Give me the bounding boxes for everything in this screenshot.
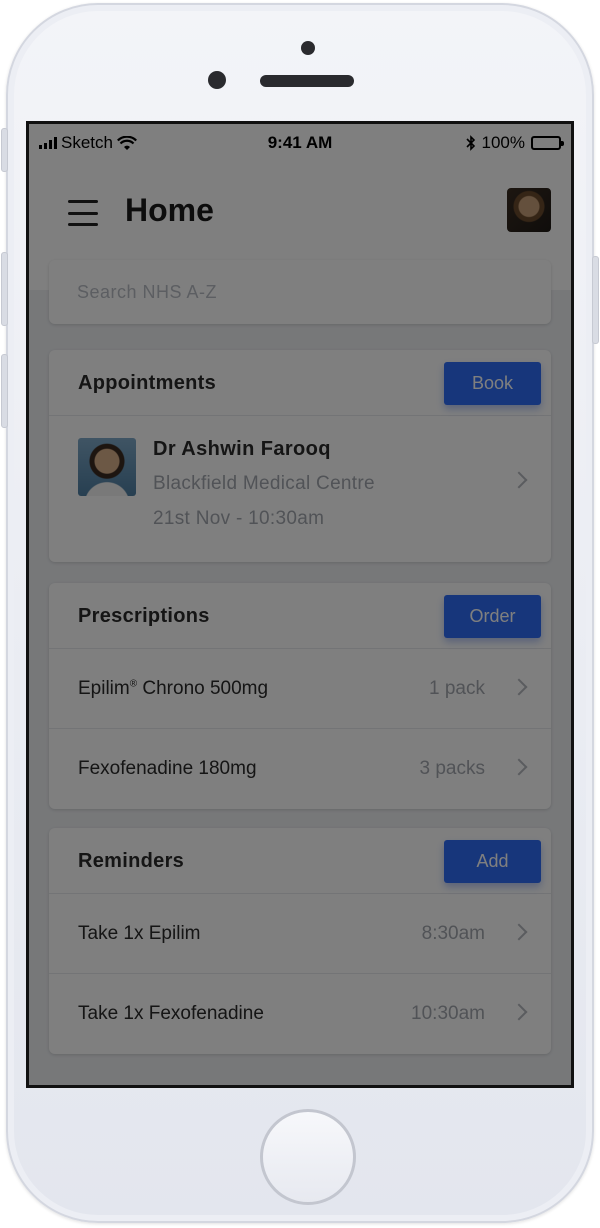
reminder-row[interactable]: Take 1x Epilim 8:30am (49, 894, 551, 974)
reminder-time: 8:30am (421, 923, 485, 944)
prescription-name: Fexofenadine 180mg (78, 758, 257, 779)
battery-icon (531, 136, 564, 150)
avatar[interactable] (507, 188, 551, 232)
chevron-right-icon (510, 1003, 528, 1021)
search-box[interactable] (49, 260, 551, 324)
volume-down-button (1, 354, 8, 428)
prescription-row[interactable]: Epilim® Chrono 500mg 1 pack (49, 649, 551, 729)
reminder-label: Take 1x Fexofenadine (78, 1003, 264, 1024)
camera-dot (301, 41, 315, 55)
order-button[interactable]: Order (444, 595, 541, 638)
doctor-photo (78, 438, 136, 496)
reminders-card: Reminders Add Take 1x Epilim 8:30am Take… (49, 828, 551, 1054)
add-reminder-button[interactable]: Add (444, 840, 541, 883)
earpiece-speaker (260, 75, 354, 87)
prescriptions-header: Prescriptions Order (49, 583, 551, 649)
page-title: Home (125, 192, 214, 228)
reminders-header: Reminders Add (49, 828, 551, 894)
appointment-item[interactable]: Dr Ashwin Farooq Blackfield Medical Cent… (49, 416, 551, 562)
prescription-quantity: 1 pack (429, 678, 485, 699)
front-camera (208, 71, 226, 89)
phone-screen: Sketch 9:41 AM 100% Home Search NHS A-Z … (26, 121, 574, 1088)
appointments-card: Appointments Book Dr Ashwin Farooq Black… (49, 350, 551, 562)
mute-switch (1, 128, 8, 172)
app-content: Sketch 9:41 AM 100% Home Search NHS A-Z … (29, 124, 571, 1085)
volume-up-button (1, 252, 8, 326)
chevron-right-icon (510, 471, 528, 489)
search-input[interactable] (77, 281, 551, 303)
battery-percent: 100% (481, 133, 525, 152)
reminder-label: Take 1x Epilim (78, 923, 201, 944)
appointment-datetime: 21st Nov - 10:30am (153, 508, 325, 529)
doctor-name: Dr Ashwin Farooq (153, 438, 331, 460)
prescription-row[interactable]: Fexofenadine 180mg 3 packs (49, 729, 551, 809)
bluetooth-icon (465, 135, 475, 151)
status-right: 100% (465, 133, 564, 153)
book-button[interactable]: Book (444, 362, 541, 405)
appointments-title: Appointments (78, 372, 217, 394)
chevron-right-icon (510, 758, 528, 776)
home-button[interactable] (260, 1109, 356, 1205)
appointment-location: Blackfield Medical Centre (153, 473, 375, 494)
reminders-title: Reminders (78, 850, 185, 872)
chevron-right-icon (510, 923, 528, 941)
power-button (592, 256, 599, 344)
menu-icon[interactable] (68, 200, 98, 226)
chevron-right-icon (510, 678, 528, 696)
reminder-row[interactable]: Take 1x Fexofenadine 10:30am (49, 974, 551, 1054)
prescription-quantity: 3 packs (419, 758, 485, 779)
prescriptions-title: Prescriptions (78, 605, 210, 627)
prescription-name: Epilim® Chrono 500mg (78, 678, 269, 699)
reminder-time: 10:30am (411, 1003, 485, 1024)
prescriptions-card: Prescriptions Order Epilim® Chrono 500mg… (49, 583, 551, 809)
appointments-header: Appointments Book (49, 350, 551, 416)
status-bar: Sketch 9:41 AM 100% (29, 124, 571, 162)
